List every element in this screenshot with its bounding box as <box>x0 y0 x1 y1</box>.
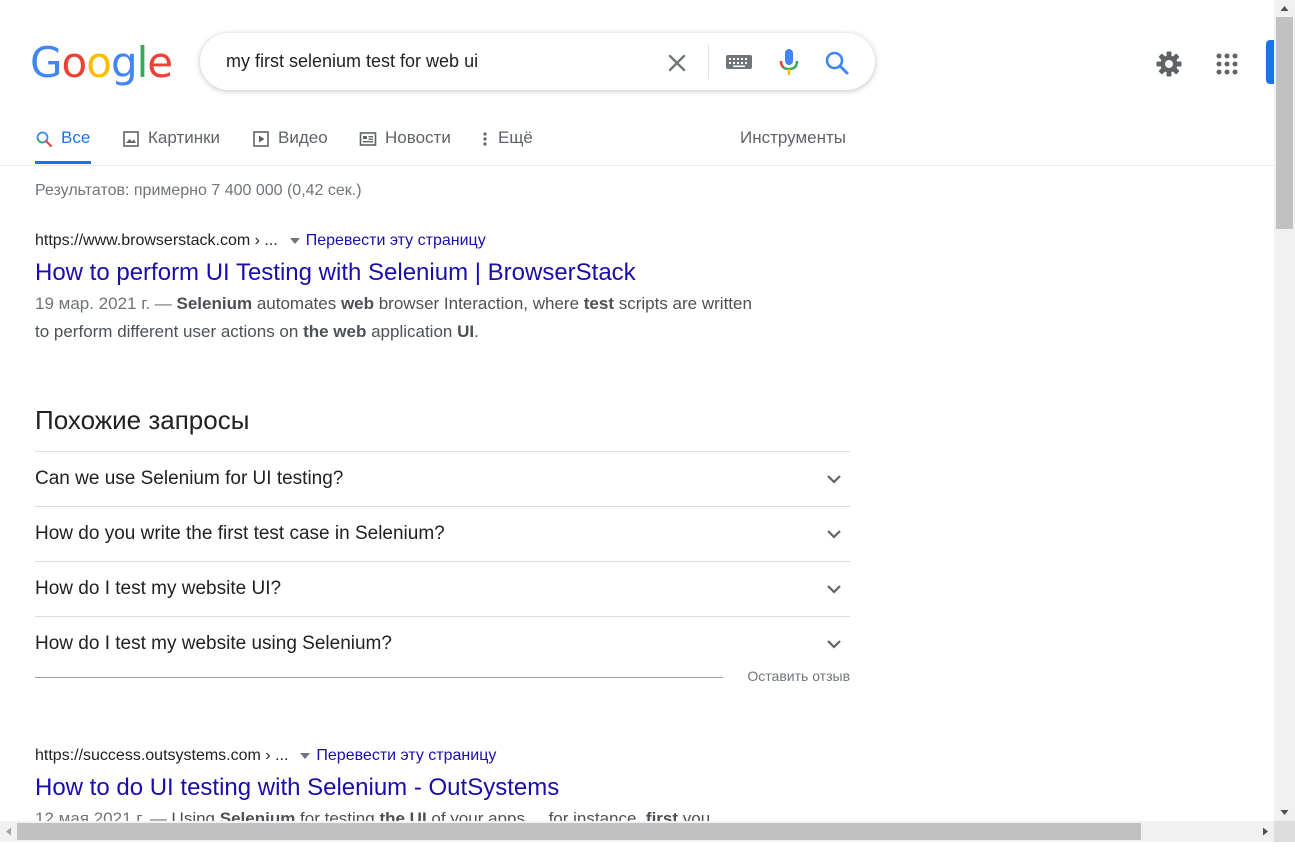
google-logo[interactable]: Google <box>30 38 173 87</box>
keyboard-button[interactable] <box>724 51 754 73</box>
chevron-down-icon <box>827 530 841 539</box>
search-result: https://www.browserstack.com › ... Перев… <box>35 230 795 346</box>
snippet-text: application <box>366 322 458 341</box>
search-tabs: Все Картинки Видео Новости Ещё Инструмен… <box>0 120 1274 166</box>
logo-letter: l <box>136 38 149 87</box>
caret-down-icon[interactable] <box>289 238 300 244</box>
chevron-down-icon <box>827 640 841 649</box>
arrow-left-icon <box>6 827 11 836</box>
tab-label: Картинки <box>148 128 221 147</box>
snippet-bold: UI <box>457 322 475 341</box>
arrow-down-icon <box>1280 810 1289 815</box>
microphone-icon <box>779 49 799 75</box>
translate-link[interactable]: Перевести эту страницу <box>306 232 486 250</box>
logo-letter: o <box>61 38 88 87</box>
search-submit-button[interactable] <box>822 48 852 78</box>
tab-label: Все <box>61 128 91 147</box>
related-questions: Can we use Selenium for UI testing? How … <box>35 451 850 671</box>
related-question[interactable]: Can we use Selenium for UI testing? <box>35 451 850 506</box>
search-icon <box>36 131 52 147</box>
apps-grid-icon <box>1216 53 1238 75</box>
vertical-scroll-thumb[interactable] <box>1276 17 1293 229</box>
question-text: Can we use Selenium for UI testing? <box>35 468 344 489</box>
arrow-right-icon <box>1263 827 1268 836</box>
horizontal-scroll-thumb[interactable] <box>17 823 1141 840</box>
related-question[interactable]: How do you write the first test case in … <box>35 506 850 561</box>
question-text: How do I test my website using Selenium? <box>35 633 392 654</box>
tab-videos[interactable]: Видео <box>252 128 328 164</box>
clear-search-button[interactable] <box>663 49 691 77</box>
result-url[interactable]: https://www.browserstack.com › ... <box>35 232 278 250</box>
chevron-down-icon <box>827 585 841 594</box>
snippet-text: . <box>474 322 479 341</box>
tools-button[interactable]: Инструменты <box>740 128 846 148</box>
chevron-down-icon <box>827 475 841 484</box>
snippet-bold: web <box>340 294 374 313</box>
search-icon <box>825 51 849 75</box>
snippet-bold: test <box>583 294 614 313</box>
more-vert-icon <box>483 132 487 146</box>
related-footer: Оставить отзыв <box>35 668 850 688</box>
snippet-text: automates <box>252 294 341 313</box>
result-snippet: 19 мар. 2021 г. — Selenium automates web… <box>35 290 795 346</box>
result-date: 19 мар. 2021 г. — <box>35 294 177 313</box>
tab-news[interactable]: Новости <box>359 128 451 164</box>
vertical-scrollbar[interactable] <box>1274 0 1295 821</box>
result-title[interactable]: How to do UI testing with Selenium - Out… <box>35 773 795 803</box>
snippet-text: scripts are written <box>614 294 752 313</box>
horizontal-scrollbar[interactable] <box>0 821 1274 842</box>
keyboard-icon <box>726 55 752 69</box>
tab-more[interactable]: Ещё <box>480 128 533 164</box>
video-icon <box>253 131 269 147</box>
translate-link[interactable]: Перевести эту страницу <box>316 747 496 765</box>
snippet-bold: the web <box>303 322 367 341</box>
logo-letter: G <box>30 38 63 87</box>
tab-label: Новости <box>385 128 451 147</box>
result-title[interactable]: How to perform UI Testing with Selenium … <box>35 258 795 288</box>
snippet-bold: Selenium <box>176 294 253 313</box>
related-question[interactable]: How do I test my website UI? <box>35 561 850 616</box>
voice-search-button[interactable] <box>776 46 802 78</box>
result-url[interactable]: https://success.outsystems.com › ... <box>35 747 288 765</box>
scrollbar-corner <box>1274 821 1295 842</box>
arrow-up-icon <box>1280 6 1289 11</box>
logo-letter: g <box>110 38 138 87</box>
logo-letter: e <box>147 38 173 87</box>
divider <box>35 677 723 678</box>
search-divider <box>708 45 709 79</box>
feedback-link[interactable]: Оставить отзыв <box>747 668 850 684</box>
close-icon <box>668 54 686 72</box>
news-icon <box>359 132 377 146</box>
result-stats: Результатов: примерно 7 400 000 (0,42 се… <box>35 182 362 199</box>
settings-button[interactable] <box>1153 48 1185 80</box>
tab-all[interactable]: Все <box>35 128 91 164</box>
scroll-right-button[interactable] <box>1257 821 1274 842</box>
gear-icon <box>1156 51 1182 77</box>
result-cite: https://success.outsystems.com › ... Пер… <box>35 745 795 767</box>
scroll-up-button[interactable] <box>1274 0 1295 17</box>
related-heading: Похожие запросы <box>35 405 250 435</box>
scroll-left-button[interactable] <box>0 821 17 842</box>
snippet-text: to perform different user actions on <box>35 322 304 341</box>
question-text: How do you write the first test case in … <box>35 523 445 544</box>
snippet-text: browser Interaction, where <box>374 294 584 313</box>
search-input[interactable] <box>226 49 646 73</box>
image-icon <box>123 131 139 147</box>
tab-images[interactable]: Картинки <box>122 128 220 164</box>
logo-letter: o <box>86 38 112 87</box>
sign-in-button[interactable] <box>1266 40 1274 84</box>
tab-label: Видео <box>278 128 328 147</box>
search-result: https://success.outsystems.com › ... Пер… <box>35 745 795 833</box>
tab-label: Ещё <box>498 128 533 147</box>
search-box <box>200 33 875 90</box>
related-question[interactable]: How do I test my website using Selenium? <box>35 616 850 671</box>
scroll-down-button[interactable] <box>1274 804 1295 821</box>
result-cite: https://www.browserstack.com › ... Перев… <box>35 230 795 252</box>
caret-down-icon[interactable] <box>300 753 311 759</box>
question-text: How do I test my website UI? <box>35 578 282 599</box>
apps-button[interactable] <box>1211 48 1243 80</box>
